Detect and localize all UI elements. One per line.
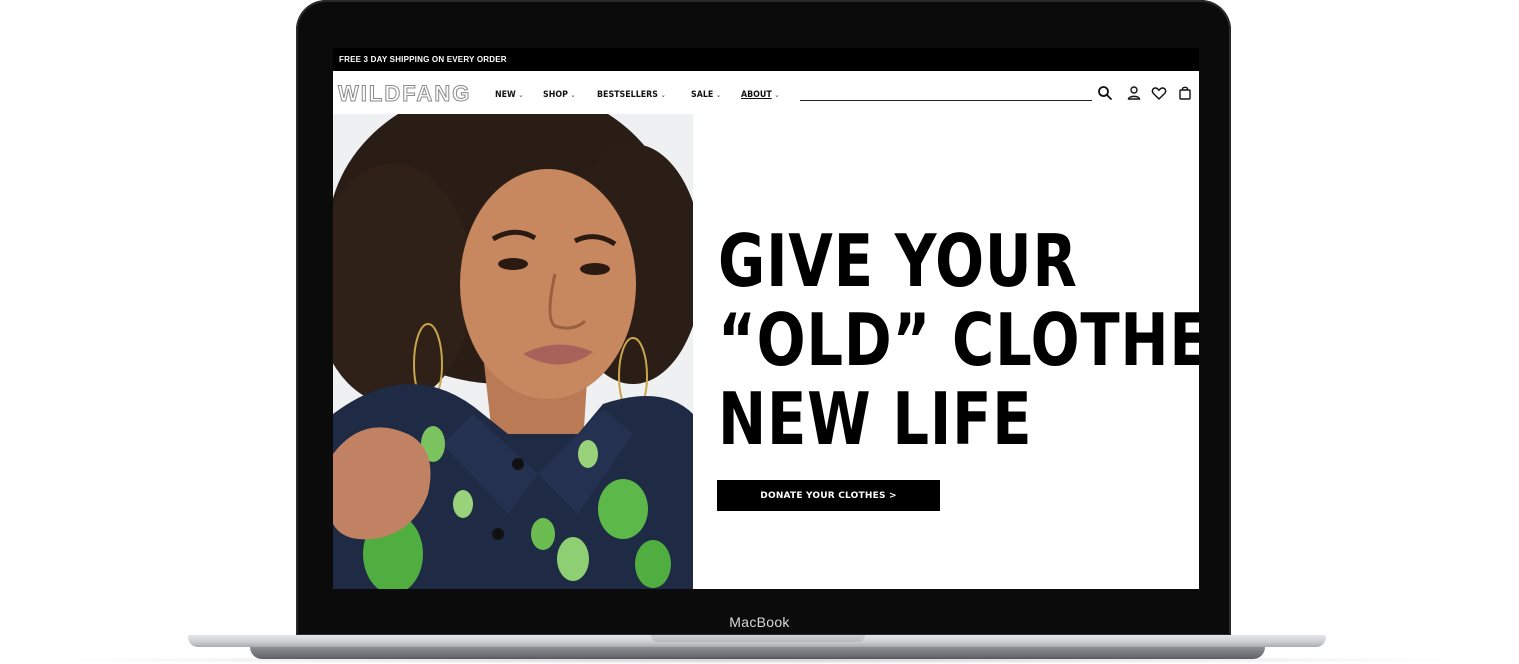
hero-headline: GIVE YOUR “OLD” CLOTHES NEW LIFE (718, 222, 1199, 459)
chevron-down-icon: ⌄ (715, 91, 721, 99)
nav-label: SALE (690, 90, 714, 100)
chevron-down-icon: ⌄ (518, 91, 524, 99)
donate-clothes-button[interactable]: DONATE YOUR CLOTHES > (717, 480, 940, 511)
nav-label: NEW (495, 90, 516, 100)
site-logo[interactable]: WILDFANG (337, 81, 471, 107)
laptop-notch (651, 635, 865, 642)
chevron-down-icon: ⌄ (660, 91, 666, 99)
device-brand-label: MacBook (729, 614, 790, 630)
search-input[interactable] (800, 83, 1096, 101)
search-icon[interactable] (1097, 85, 1113, 101)
hero-model-photo (333, 114, 693, 589)
nav-item-shop[interactable]: SHOP ⌄ (543, 90, 576, 100)
nav-item-new[interactable]: NEW ⌄ (495, 90, 524, 100)
promo-bar: FREE 3 DAY SHIPPING ON EVERY ORDER (333, 48, 1199, 71)
floor-shadow (40, 656, 1480, 664)
chevron-down-icon: ⌄ (570, 91, 577, 99)
nav-label: BESTSELLERS (596, 90, 658, 100)
browser-viewport: FREE 3 DAY SHIPPING ON EVERY ORDER WILDF… (333, 48, 1199, 589)
headline-line: NEW LIFE (718, 377, 1033, 461)
headline-line: GIVE YOUR (718, 219, 1078, 303)
account-icon[interactable] (1126, 85, 1142, 101)
wishlist-icon[interactable] (1151, 85, 1167, 101)
site-header: WILDFANG NEW ⌄ SHOP ⌄ BESTSELLERS ⌄ SALE… (333, 71, 1199, 114)
nav-item-bestsellers[interactable]: BESTSELLERS ⌄ (597, 90, 666, 100)
main-nav: NEW ⌄ SHOP ⌄ BESTSELLERS ⌄ SALE ⌄ ABOUT … (495, 90, 801, 100)
chevron-down-icon: ⌄ (774, 91, 780, 99)
nav-item-sale[interactable]: SALE ⌄ (691, 90, 721, 100)
nav-label: SHOP (543, 90, 569, 100)
cart-icon[interactable] (1177, 85, 1193, 101)
headline-line: “OLD” CLOTHES (718, 298, 1199, 382)
nav-label: ABOUT (741, 90, 772, 100)
nav-item-about[interactable]: ABOUT ⌄ (741, 90, 780, 100)
search-underline (800, 100, 1092, 101)
